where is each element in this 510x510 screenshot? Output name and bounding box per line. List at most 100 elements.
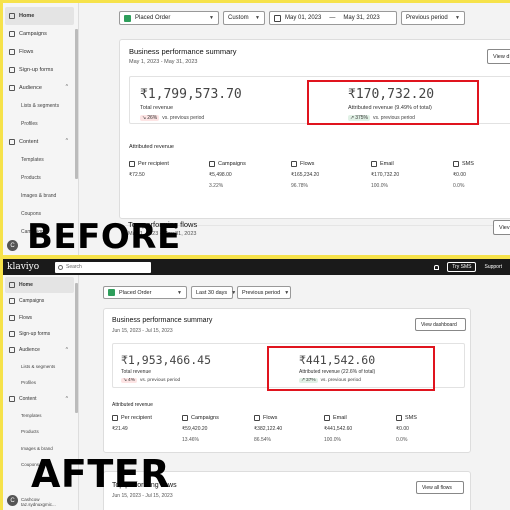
- sidebar-scrollbar[interactable]: [75, 29, 78, 179]
- sidebar-item-label: Sign-up forms: [19, 67, 54, 73]
- after-screenshot: klaviyo Search Try SMS Support Home Campa…: [3, 259, 510, 510]
- before-label: BEFORE: [27, 217, 181, 255]
- sidebar-item-label: Lists & segments: [21, 103, 60, 109]
- search-placeholder: Search: [66, 264, 82, 270]
- metric-select[interactable]: Placed Order ▼: [103, 286, 187, 299]
- chevron-down-icon: ▼: [177, 289, 182, 296]
- sidebar-item-products[interactable]: Products: [3, 169, 78, 187]
- sidebar-item-home[interactable]: Home: [5, 277, 74, 294]
- klaviyo-logo[interactable]: klaviyo: [7, 262, 55, 272]
- compare-select[interactable]: Previous period ▼: [401, 11, 465, 25]
- view-all-flows-button[interactable]: Viev: [493, 220, 510, 235]
- date-separator: —: [329, 15, 336, 21]
- breakdown-label: SMS: [405, 415, 417, 421]
- compare-select[interactable]: Previous period ▼: [237, 286, 291, 299]
- sidebar-item-audience[interactable]: Audience ^: [3, 79, 78, 97]
- sidebar-item-label: Lists & segments: [21, 364, 56, 370]
- attributed-section-title: Attributed revenue: [112, 402, 153, 408]
- breakdown-label: Per recipient: [138, 161, 169, 167]
- home-icon: [9, 282, 15, 289]
- search-input[interactable]: Search: [55, 261, 151, 273]
- breakdown-label: Campaigns: [191, 415, 219, 421]
- view-all-flows-button[interactable]: View all flows: [416, 481, 464, 494]
- campaigns-icon: [9, 298, 15, 305]
- sidebar-item-products[interactable]: Products: [3, 424, 78, 440]
- breakdown-value: ₹5,498.00: [209, 172, 232, 178]
- breakdown-value: ₹72.50: [129, 172, 145, 178]
- sign-up-forms-icon: [9, 67, 15, 73]
- breakdown-percent: 100.0%: [324, 437, 341, 443]
- breakdown-header: Per recipient: [112, 415, 182, 421]
- avatar[interactable]: C: [7, 240, 18, 251]
- view-dashboard-button[interactable]: View d: [487, 49, 510, 64]
- date-range-picker[interactable]: May 01, 2023 — May 31, 2023: [269, 11, 397, 25]
- breakdown-value: ₹59,420.20: [182, 426, 208, 432]
- after-label: AFTER: [31, 452, 171, 496]
- support-link[interactable]: Support: [484, 264, 502, 270]
- sidebar-item-label: Flows: [19, 49, 34, 55]
- view-dashboard-button[interactable]: View dashboard: [415, 318, 466, 331]
- content-icon: [9, 396, 15, 403]
- campaigns-icon: [9, 31, 15, 37]
- total-revenue-label: Total revenue: [140, 105, 174, 111]
- breakdown-percent: 86.54%: [254, 437, 271, 443]
- breakdown-label: Campaigns: [218, 161, 246, 167]
- sidebar-item-audience[interactable]: Audience ^: [3, 342, 78, 358]
- performance-summary-card: Business performance summary May 1, 2023…: [119, 39, 510, 219]
- bell-icon[interactable]: [434, 264, 440, 270]
- total-revenue-value: ₹1,799,573.70: [140, 87, 242, 102]
- start-date: May 01, 2023: [285, 15, 322, 21]
- highlight-box: [267, 346, 435, 391]
- total-revenue-value: ₹1,953,466.45: [121, 353, 212, 367]
- sidebar-item-campaigns[interactable]: Campaigns: [3, 25, 78, 43]
- sidebar-item-templates[interactable]: Templates: [3, 407, 78, 423]
- sidebar-item-images-brand[interactable]: Images & brand: [3, 187, 78, 205]
- total-revenue-trend: ↘ 26% vs. previous period: [140, 115, 204, 121]
- trend-percent: 4%: [128, 378, 135, 383]
- sidebar-item-lists-segments[interactable]: Lists & segments: [3, 97, 78, 115]
- breakdown-value: ₹441,542.60: [324, 426, 353, 432]
- range-select[interactable]: Custom ▼: [223, 11, 265, 25]
- sidebar-item-label: Audience: [19, 85, 42, 91]
- breakdown-header: Email: [324, 415, 396, 421]
- account-info[interactable]: Cashcow taz.sydnuxgmic...: [21, 497, 56, 507]
- sidebar-item-lists-segments[interactable]: Lists & segments: [3, 358, 78, 374]
- sidebar-item-templates[interactable]: Templates: [3, 151, 78, 169]
- top-bar-actions: Try SMS Support: [434, 262, 510, 272]
- sidebar-item-content[interactable]: Content ^: [3, 391, 78, 407]
- sidebar-item-profiles[interactable]: Profiles: [3, 115, 78, 133]
- sidebar-item-profiles[interactable]: Profiles: [3, 375, 78, 391]
- card-date-range: Jun 15, 2023 - Jul 15, 2023: [112, 328, 173, 334]
- trend-text: vs. previous period: [139, 378, 181, 383]
- flows-icon: [9, 314, 15, 321]
- breakdown-label: Flows: [300, 161, 315, 167]
- sidebar-item-content[interactable]: Content ^: [3, 133, 78, 151]
- sidebar-item-label: Images & brand: [21, 193, 57, 199]
- sidebar-item-sign-up-forms[interactable]: Sign-up forms: [3, 61, 78, 79]
- chevron-up-icon: ^: [65, 396, 68, 403]
- breakdown-header: SMS: [396, 415, 451, 421]
- breakdown-header: Campaigns: [209, 161, 291, 167]
- sidebar-item-label: Audience: [19, 347, 40, 354]
- avatar[interactable]: C: [7, 495, 18, 506]
- sidebar-item-flows[interactable]: Flows: [3, 43, 78, 61]
- performance-summary-card: Business performance summary Jun 15, 202…: [103, 308, 471, 453]
- breakdown-percent: 13.46%: [182, 437, 199, 443]
- sidebar-item-flows[interactable]: Flows: [3, 310, 78, 326]
- breakdown-sms: SMS ₹0.00 0.0%: [453, 161, 510, 189]
- sidebar-scrollbar[interactable]: [75, 283, 78, 413]
- try-sms-button[interactable]: Try SMS: [447, 262, 477, 272]
- trend-down-icon: ↘: [142, 115, 147, 121]
- breakdown-percent: 100.0%: [371, 183, 388, 189]
- filter-bar: Placed Order ▼ Last 30 days ▼ Previous p…: [103, 286, 291, 299]
- sms-icon: [396, 415, 402, 421]
- trend-percent: 26%: [147, 115, 158, 121]
- sidebar-item-campaigns[interactable]: Campaigns: [3, 293, 78, 309]
- sidebar-item-home[interactable]: Home: [5, 7, 74, 25]
- account-email: taz.sydnuxgmic...: [21, 502, 56, 507]
- email-icon: [371, 161, 377, 167]
- range-select[interactable]: Last 30 days ▼: [191, 286, 236, 299]
- sidebar-item-sign-up-forms[interactable]: Sign-up forms: [3, 326, 78, 342]
- calendar-icon: [274, 14, 281, 22]
- metric-select[interactable]: Placed Order ▼: [119, 11, 219, 25]
